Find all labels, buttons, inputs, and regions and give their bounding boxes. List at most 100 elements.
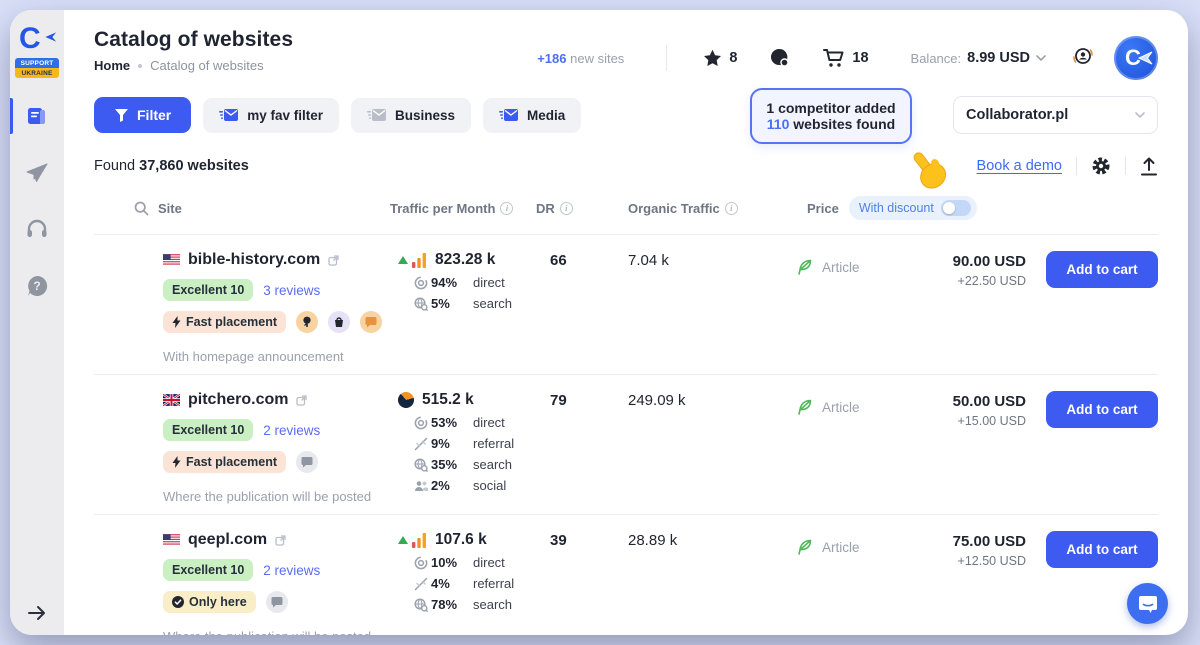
trend-up-icon (398, 256, 408, 264)
flag-us-icon (163, 534, 180, 546)
sidebar-item-telegram[interactable] (10, 162, 64, 184)
placement-badge: Fast placement (163, 311, 286, 333)
sidebar-collapse-button[interactable] (10, 605, 64, 621)
sidebar-item-support[interactable] (10, 218, 64, 240)
similarweb-icon (398, 392, 414, 408)
trend-up-icon (398, 536, 408, 544)
col-site[interactable]: Site (158, 201, 182, 216)
search-traffic-icon (414, 598, 428, 612)
rating-badge: Excellent 10 (163, 279, 253, 301)
row-note: With homepage announcement (157, 349, 390, 364)
content-type: Article (768, 251, 888, 276)
direct-icon (414, 276, 428, 290)
found-row: Found 37,860 websites Book a demo (94, 156, 1158, 176)
divider (1125, 157, 1126, 175)
notifications-icon (1072, 45, 1094, 67)
filter-row: Filter my fav filter Business Media Coll… (94, 96, 1158, 134)
reviews-link[interactable]: 3 reviews (263, 283, 320, 298)
project-select[interactable]: Collaborator.pl (953, 96, 1158, 134)
filter-button[interactable]: Filter (94, 97, 191, 133)
business-filter-button[interactable]: Business (351, 98, 471, 133)
reviews-link[interactable]: 2 reviews (263, 563, 320, 578)
discount-toggle[interactable]: With discount (849, 196, 977, 220)
search-traffic-icon (414, 458, 428, 472)
sidebar-item-catalog[interactable] (10, 104, 64, 128)
cart-button[interactable]: 18 (823, 48, 868, 68)
table-row: bible-history.com Excellent 10 3 reviews… (94, 235, 1158, 375)
content-type: Article (768, 531, 888, 556)
funnel-icon (114, 108, 129, 123)
rating-badge: Excellent 10 (163, 419, 253, 441)
notifications-button[interactable] (1072, 45, 1094, 72)
balance-dropdown[interactable]: Balance: 8.99 USD (911, 50, 1046, 66)
collaborator-logo[interactable]: C SUPPORT UKRAINE (15, 22, 59, 78)
external-link-icon[interactable] (275, 535, 286, 546)
lightning-icon (172, 316, 181, 328)
book-demo-link[interactable]: Book a demo (977, 158, 1062, 174)
breadcrumb: Home Catalog of websites (94, 58, 293, 73)
catalog-icon (25, 104, 49, 128)
organic-value: 7.04 k (612, 251, 768, 269)
traffic-value: 823.28 k (435, 251, 495, 269)
reviews-link[interactable]: 2 reviews (263, 423, 320, 438)
external-link-icon[interactable] (328, 255, 339, 266)
export-button[interactable] (1140, 157, 1158, 176)
divider (1076, 157, 1077, 175)
mail-filter-icon (499, 108, 519, 122)
bar-chart-icon (412, 532, 427, 548)
col-traffic[interactable]: Traffic per Month (390, 201, 495, 216)
toggle-switch-off[interactable] (941, 200, 971, 216)
sidebar-item-help[interactable]: ? (10, 274, 64, 298)
upload-icon (1140, 157, 1158, 176)
col-dr[interactable]: DR (536, 201, 555, 216)
support-ukraine-badge: SUPPORT UKRAINE (15, 58, 59, 78)
lightning-icon (172, 456, 181, 468)
fav-filter-button[interactable]: my fav filter (203, 98, 339, 133)
comment-icon (266, 591, 288, 613)
col-organic[interactable]: Organic Traffic (628, 201, 720, 216)
site-link[interactable]: qeepl.com (188, 531, 267, 549)
dr-value: 79 (536, 391, 612, 409)
svg-text:?: ? (33, 279, 40, 293)
row-note: Where the publication will be posted (157, 629, 390, 635)
external-link-icon[interactable] (296, 395, 307, 406)
feather-icon (796, 399, 813, 416)
topbar: Catalog of websites Home Catalog of webs… (94, 10, 1158, 80)
breadcrumb-current: Catalog of websites (150, 58, 263, 73)
info-icon[interactable]: i (560, 202, 573, 215)
info-icon[interactable]: i (725, 202, 738, 215)
intercom-chat-icon (1138, 594, 1158, 614)
row-note: Where the publication will be posted (157, 489, 390, 504)
chat-widget-button[interactable] (1127, 583, 1168, 624)
price-block: 50.00 USD +15.00 USD (888, 391, 1028, 428)
site-link[interactable]: bible-history.com (188, 251, 320, 269)
favorites-button[interactable]: 8 (703, 49, 737, 67)
add-to-cart-button[interactable]: Add to cart (1046, 531, 1158, 568)
gambling-topic-icon (328, 311, 350, 333)
add-to-cart-button[interactable]: Add to cart (1046, 391, 1158, 428)
mail-filter-icon (219, 108, 239, 122)
content-type: Article (768, 391, 888, 416)
add-to-cart-button[interactable]: Add to cart (1046, 251, 1158, 288)
settings-button[interactable] (1091, 156, 1111, 176)
breadcrumb-home[interactable]: Home (94, 58, 130, 73)
organic-value: 28.89 k (612, 531, 768, 549)
messages-button[interactable] (769, 48, 791, 68)
chevron-down-icon (1036, 55, 1046, 61)
traffic-value: 107.6 k (435, 531, 487, 549)
media-filter-button[interactable]: Media (483, 98, 581, 133)
arrow-right-icon (27, 605, 47, 621)
bar-chart-icon (412, 252, 427, 268)
price-block: 75.00 USD +12.50 USD (888, 531, 1028, 568)
placement-badge: Only here (163, 591, 256, 613)
headphones-icon (25, 218, 49, 240)
site-link[interactable]: pitchero.com (188, 391, 288, 409)
new-sites-counter[interactable]: +186 new sites (537, 51, 624, 66)
account-logo[interactable]: C (1114, 36, 1158, 80)
search-icon[interactable] (134, 201, 149, 216)
info-icon[interactable]: i (500, 202, 513, 215)
col-price[interactable]: Price (807, 201, 839, 216)
sidebar: C SUPPORT UKRAINE ? (10, 10, 64, 635)
star-icon (703, 49, 722, 67)
organic-value: 249.09 k (612, 391, 768, 409)
